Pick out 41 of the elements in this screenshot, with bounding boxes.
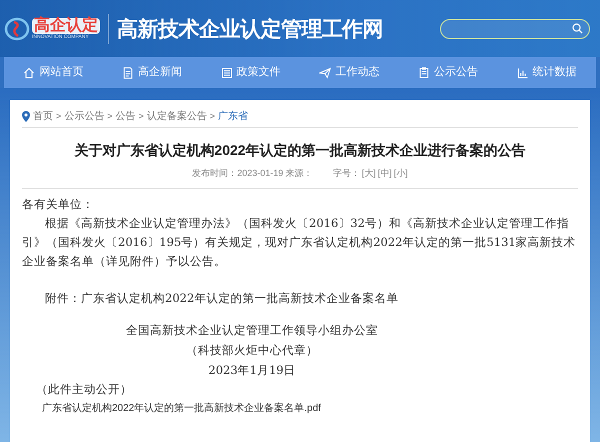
breadcrumb-link[interactable]: 广东省 [218,109,248,124]
font-size-link[interactable]: [大] [362,167,376,180]
disclosure-note: （此件主动公开） [35,380,133,398]
paper-plane-icon [319,66,332,78]
nav-link[interactable]: 统计数据 [512,64,581,81]
nav-link[interactable]: 政策文件 [216,64,285,81]
nav-link[interactable]: 高企新闻 [118,64,186,81]
signature-line: 全国高新技术企业认定管理工作领导小组办公室 [126,322,378,338]
chart-icon [516,66,529,78]
logo-icon [4,16,30,42]
location-pin-icon [22,111,30,122]
signature-line: （科技部火炬中心代章） [186,342,318,358]
nav-link[interactable]: 公示公告 [414,64,482,81]
attachment-link[interactable]: 广东省认定机构2022年认定的第一批高新技术企业备案名单.pdf [22,400,578,416]
breadcrumb-separator: > [107,110,113,123]
breadcrumb-link[interactable]: 公告 [116,109,136,124]
clipboard-icon [418,66,430,78]
nav-link[interactable]: 网站首页 [19,64,88,81]
document-icon [122,66,134,78]
body-paragraph: 根据《高新技术企业认定管理办法》（国科发火〔2016〕32号）和《高新技术企业认定管理工作指引》（国科发火〔2016〕195号）有关规定，现对广东省认定机构2022年认定的第一批5131家高新技术企业备案名单（详见附件）予以公告。 [22,214,577,270]
search-icon[interactable] [572,23,583,34]
font-size-link[interactable]: [小] [394,167,408,180]
breadcrumb-separator: > [210,110,216,123]
breadcrumb-link[interactable]: 首页 [33,109,53,124]
file-icon [220,66,233,78]
font-size-link[interactable]: [中] [378,167,392,180]
article-title: 关于对广东省认定机构2022年认定的第一批高新技术企业进行备案的公告 [73,141,527,160]
site-title: 高新技术企业认定管理工作网 [117,14,384,43]
nav-link[interactable]: 工作动态 [315,64,384,81]
breadcrumb-link[interactable]: 认定备案公告 [146,109,207,124]
home-icon [23,66,36,78]
search-field[interactable] [440,18,590,38]
breadcrumb-link[interactable]: 公示公告 [64,109,104,124]
salutation: 各有关单位： [22,196,95,212]
publish-info: 发布时间：2023-01-19 来源： [192,167,313,180]
attachment-line: 附件：广东省认定机构2022年认定的第一批高新技术企业备案名单 [44,290,400,306]
breadcrumb-separator: > [138,110,144,123]
breadcrumb-separator: > [56,110,62,123]
signature-line: 2023年1月19日 [208,362,296,378]
logo-text: 高企认定 [32,18,100,34]
font-size-label: 字号： [332,167,360,180]
